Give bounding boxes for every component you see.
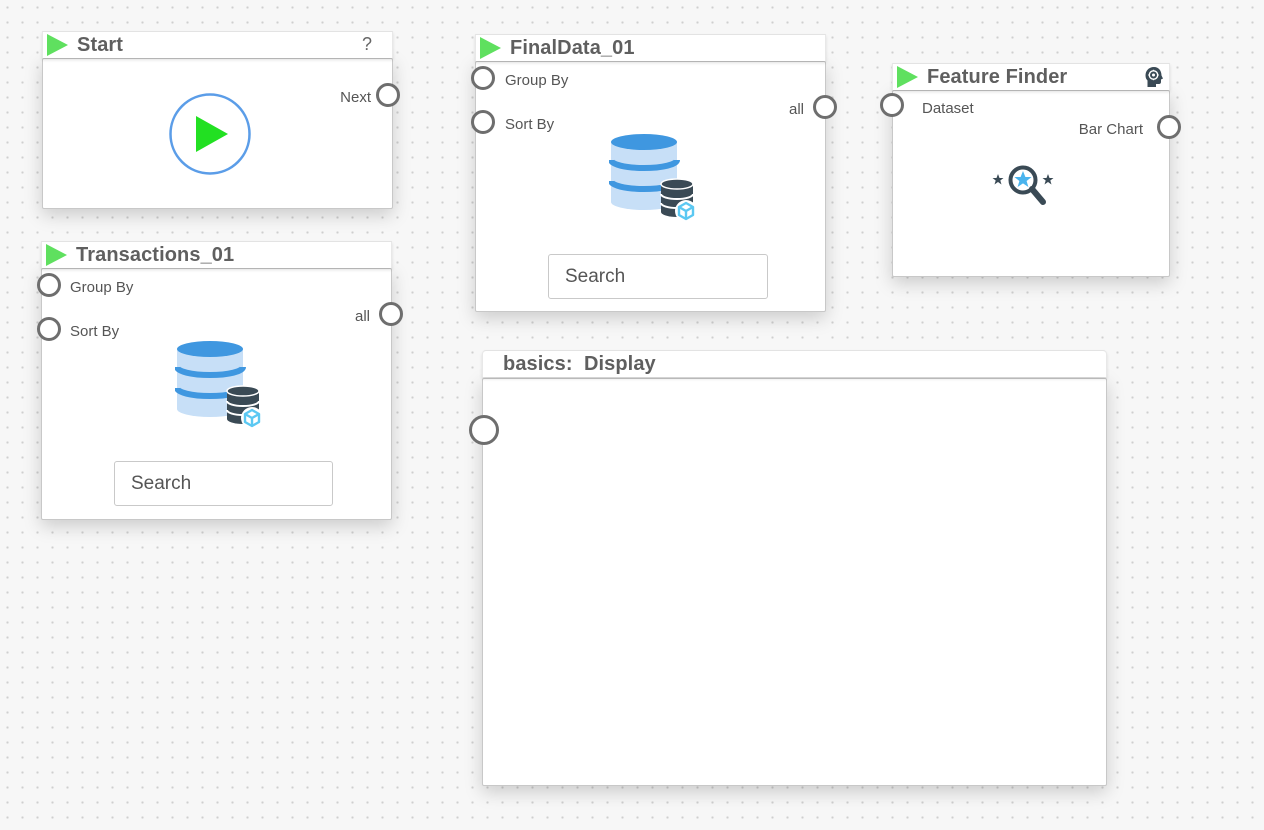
port-sort-by[interactable]	[471, 110, 495, 134]
port-next[interactable]	[376, 83, 400, 107]
run-triangle-icon[interactable]	[47, 34, 68, 56]
start-node[interactable]: Start ? Next	[42, 31, 400, 209]
port-label-all: all	[354, 308, 370, 325]
start-node-header[interactable]: Start ?	[42, 31, 393, 58]
port-label-dataset: Dataset	[922, 100, 974, 117]
node-title: Feature Finder	[927, 65, 1068, 88]
play-circle-icon[interactable]	[168, 92, 252, 176]
port-group-by[interactable]	[471, 66, 495, 90]
node-title: Transactions_01	[76, 243, 235, 266]
transactions-node-header[interactable]: Transactions_01	[41, 241, 392, 268]
port-label-sort-by: Sort By	[70, 323, 120, 340]
run-triangle-icon[interactable]	[897, 66, 918, 88]
display-node-body	[482, 378, 1107, 786]
display-node[interactable]: basics: Display	[469, 350, 1107, 786]
port-label-sort-by: Sort By	[505, 116, 555, 133]
port-label-next: Next	[340, 89, 371, 106]
port-input[interactable]	[469, 415, 499, 445]
port-label-group-by: Group By	[70, 279, 134, 296]
port-group-by[interactable]	[37, 273, 61, 297]
database-icon	[175, 341, 263, 429]
database-icon	[609, 134, 697, 222]
help-icon[interactable]: ?	[362, 34, 372, 55]
run-triangle-icon[interactable]	[46, 244, 67, 266]
finaldata-node[interactable]: FinalData_01 Group By Sort By all	[471, 34, 837, 312]
node-title: basics: Display	[503, 352, 656, 375]
port-sort-by[interactable]	[37, 317, 61, 341]
port-label-group-by: Group By	[505, 72, 569, 89]
port-all[interactable]	[813, 95, 837, 119]
node-title: FinalData_01	[510, 36, 635, 59]
port-all[interactable]	[379, 302, 403, 326]
transactions-node[interactable]: Transactions_01 Group By Sort By all	[37, 241, 403, 520]
feature-finder-node-header[interactable]: Feature Finder	[892, 63, 1170, 90]
finaldata-node-header[interactable]: FinalData_01	[475, 34, 826, 61]
port-dataset[interactable]	[880, 93, 904, 117]
port-label-bar-chart: Bar Chart	[1078, 121, 1143, 138]
run-triangle-icon[interactable]	[480, 37, 501, 59]
port-label-all: all	[788, 101, 804, 118]
search-input[interactable]	[114, 461, 333, 506]
port-bar-chart[interactable]	[1157, 115, 1181, 139]
display-node-header[interactable]: basics: Display	[482, 350, 1107, 377]
node-title: Start	[77, 33, 124, 56]
magnifier-star-icon	[992, 165, 1054, 205]
brain-head-icon	[1145, 67, 1163, 87]
search-input[interactable]	[548, 254, 768, 299]
feature-finder-node[interactable]: Feature Finder Dataset Bar Chart	[880, 63, 1181, 277]
